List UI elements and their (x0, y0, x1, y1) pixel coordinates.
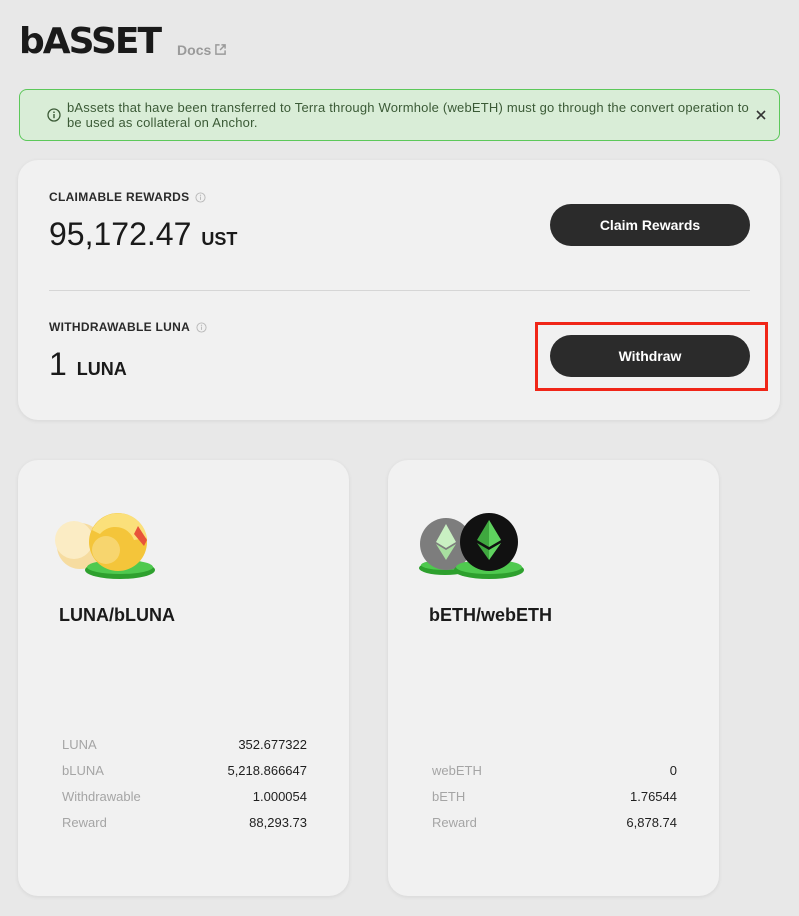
info-icon[interactable] (196, 321, 207, 333)
stat-row: bLUNA 5,218.866647 (62, 757, 307, 783)
stat-value: 1.76544 (630, 788, 677, 804)
stat-label: Reward (62, 814, 107, 830)
asset-title: LUNA/bLUNA (59, 605, 175, 625)
asset-title: bETH/webETH (429, 605, 553, 625)
claimable-rewards-label: CLAIMABLE REWARDS (49, 190, 190, 204)
stat-value: 352.677322 (238, 736, 307, 752)
withdrawable-luna-unit: LUNA (76, 359, 127, 379)
stat-label: webETH (432, 762, 482, 778)
withdrawable-luna-label: WITHDRAWABLE LUNA (49, 320, 191, 334)
stat-label: bETH (432, 788, 466, 804)
stat-value: 1.000054 (252, 788, 307, 804)
claimable-rewards-section: CLAIMABLE REWARDS 95,172.47 UST Claim Re… (49, 190, 750, 290)
docs-link[interactable]: Docs (177, 42, 227, 58)
alert-message: bAssets that have been transferred to Te… (67, 100, 749, 130)
stat-value: 88,293.73 (249, 814, 307, 830)
asset-card-luna-bluna[interactable]: LUNA/bLUNA LUNA 352.677322 bLUNA 5,218.866… (18, 460, 349, 896)
stat-row: bETH 1.76544 (432, 783, 677, 809)
asset-stats: webETH 0 bETH 1.76544 Reward 6,878.74 (432, 757, 677, 835)
stat-row: LUNA 352.677322 (62, 731, 307, 757)
claimable-rewards-amount: 95,172.47 (49, 216, 192, 252)
close-icon[interactable] (755, 109, 767, 121)
docs-link-label: Docs (177, 42, 212, 58)
stat-label: LUNA (62, 736, 97, 752)
stat-value: 6,878.74 (626, 814, 677, 830)
stat-row: Reward 88,293.73 (62, 809, 307, 835)
eth-logo-icon (417, 512, 527, 587)
claimable-rewards-unit: UST (201, 229, 238, 249)
page-header: bASSET Docs (19, 21, 227, 62)
divider (49, 290, 750, 291)
external-link-icon (215, 42, 227, 58)
wormhole-alert: bAssets that have been transferred to Te… (19, 89, 780, 141)
claim-rewards-button[interactable]: Claim Rewards (550, 204, 750, 246)
asset-card-beth-webeth[interactable]: bETH/webETH webETH 0 bETH 1.76544 Reward 6,… (388, 460, 719, 896)
withdrawable-luna-section: WITHDRAWABLE LUNA 1 LUNA Withdraw (49, 320, 750, 420)
info-icon (47, 108, 61, 122)
luna-logo-icon (52, 512, 156, 587)
asset-stats: LUNA 352.677322 bLUNA 5,218.866647 Withdra… (62, 731, 307, 835)
stat-label: Withdrawable (62, 788, 141, 804)
info-icon[interactable] (195, 191, 206, 203)
page-title: bASSET (19, 21, 162, 62)
stat-label: bLUNA (62, 762, 104, 778)
stat-row: Withdrawable 1.000054 (62, 783, 307, 809)
stat-label: Reward (432, 814, 477, 830)
stat-row: webETH 0 (432, 757, 677, 783)
stat-value: 0 (669, 762, 677, 778)
withdraw-button[interactable]: Withdraw (550, 335, 750, 377)
stat-row: Reward 6,878.74 (432, 809, 677, 835)
stat-value: 5,218.866647 (227, 762, 307, 778)
rewards-card: CLAIMABLE REWARDS 95,172.47 UST Claim Re… (18, 160, 780, 420)
withdrawable-luna-amount: 1 (49, 346, 67, 382)
